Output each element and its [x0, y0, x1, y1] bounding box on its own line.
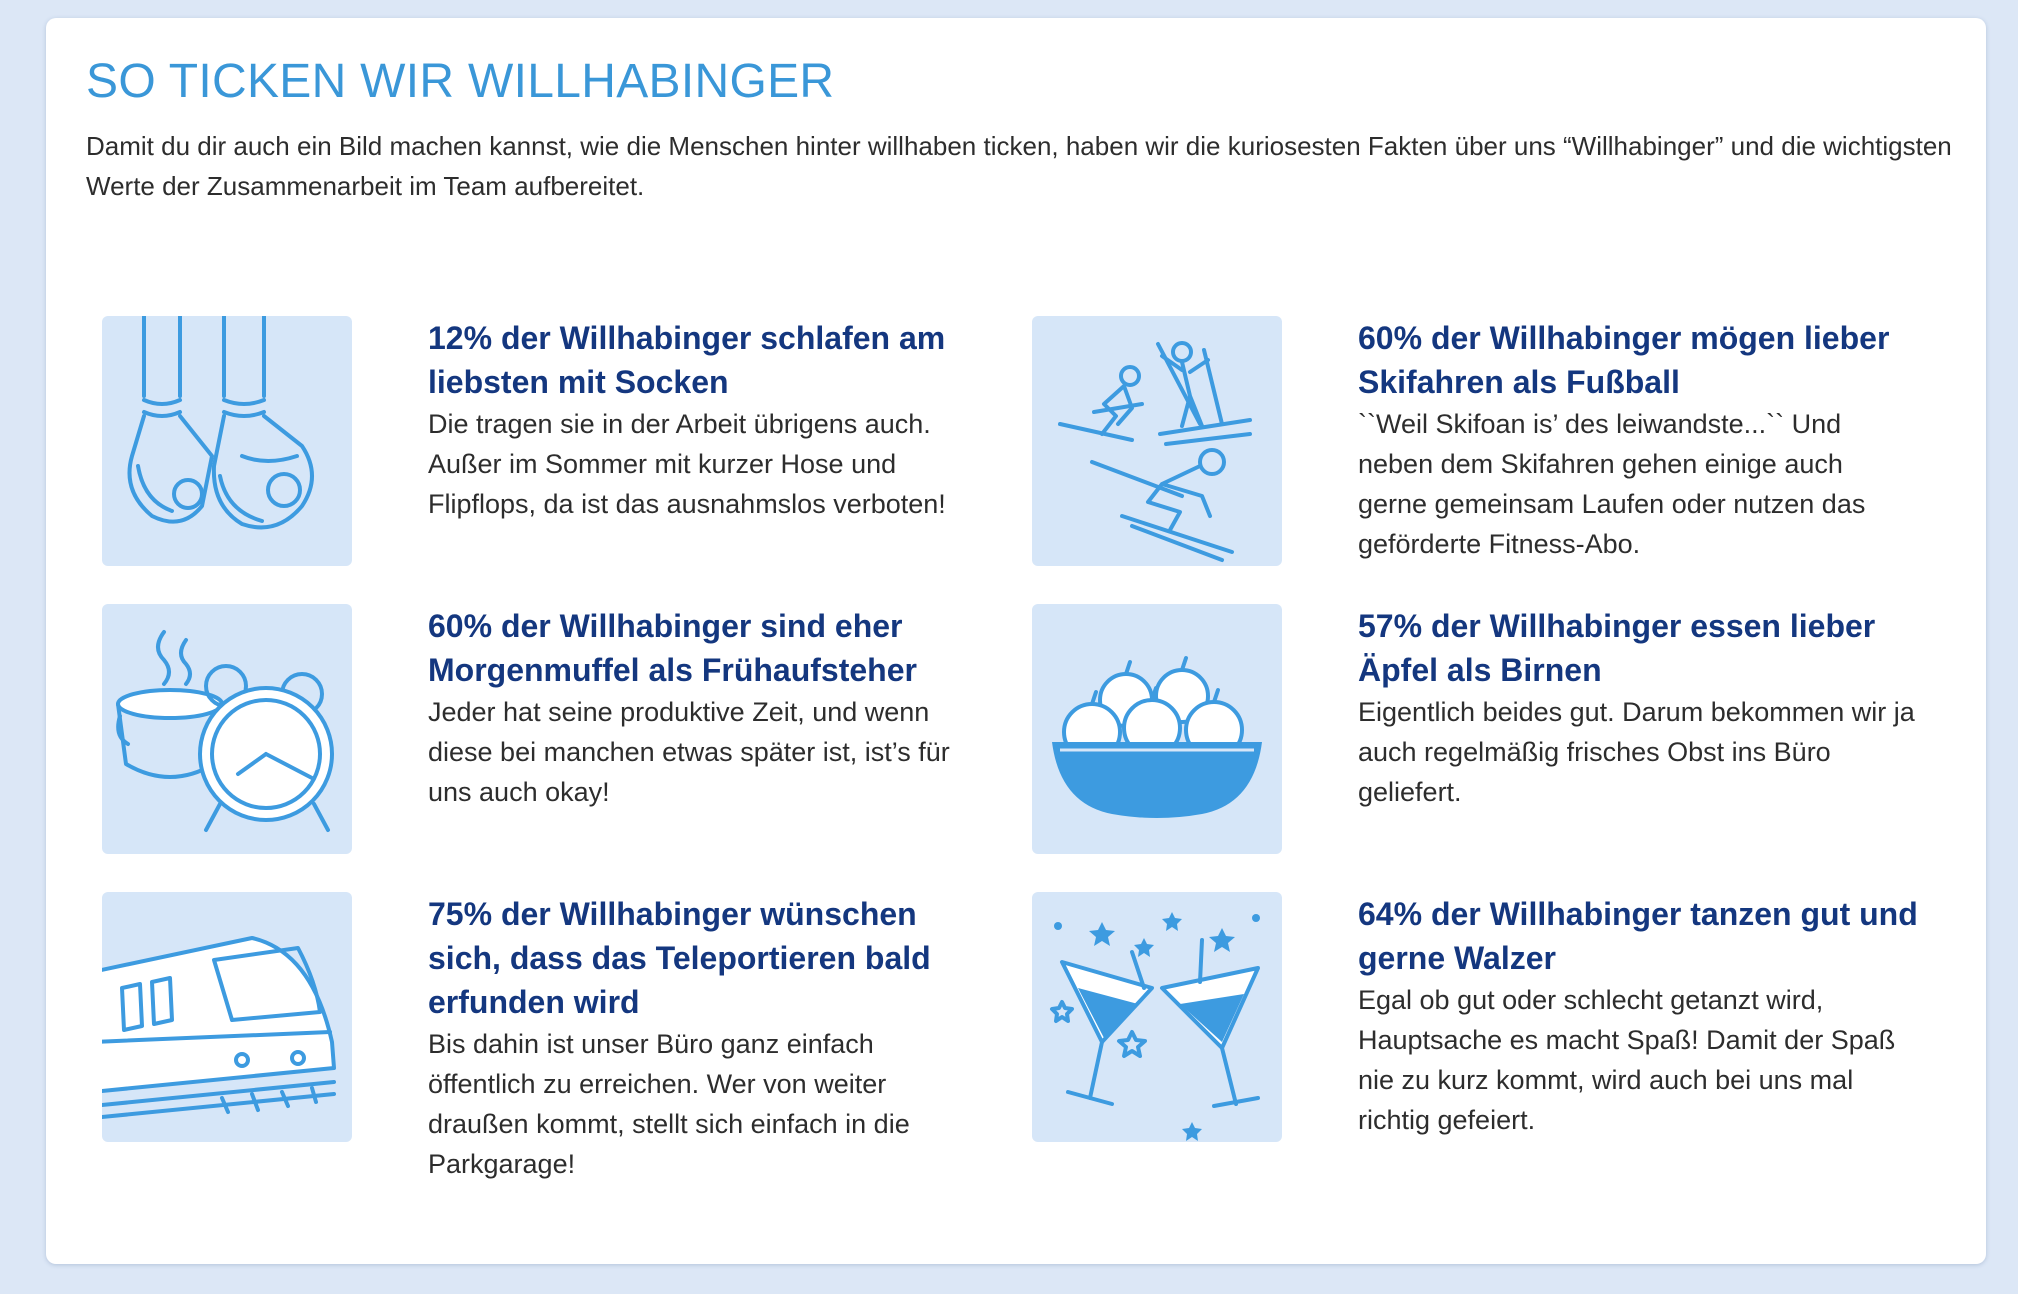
fact-heading: 57% der Willhabinger essen lieber Äpfel …: [1358, 608, 1876, 688]
fact-text: 60% der Willhabinger mögen lieber Skifah…: [1358, 316, 1918, 564]
fact-heading: 75% der Willhabinger wünschen sich, dass…: [428, 896, 931, 1020]
fact-body: Jeder hat seine produktive Zeit, und wen…: [428, 697, 950, 807]
apple-bowl-icon: [1032, 604, 1282, 854]
cocktail-glasses-icon: [1032, 892, 1282, 1142]
fact-body: Die tragen sie in der Arbeit übrigens au…: [428, 409, 946, 519]
socks-icon: [102, 316, 352, 566]
fact-text: 60% der Willhabinger sind eher Morgenmuf…: [428, 604, 988, 812]
skiers-icon: [1032, 316, 1282, 566]
coffee-alarm-clock-icon: [102, 604, 352, 854]
fact-body: ``Weil Skifoan is’ des leiwandste...`` U…: [1358, 409, 1866, 559]
fact-heading: 12% der Willhabinger schlafen am liebste…: [428, 320, 946, 400]
content-card: SO TICKEN WIR WILLHABINGER Damit du dir …: [46, 18, 1986, 1264]
fact-body: Bis dahin ist unser Büro ganz einfach öf…: [428, 1029, 910, 1179]
intro-text: Damit du dir auch ein Bild machen kannst…: [86, 131, 1952, 201]
train-icon: [102, 892, 352, 1142]
fact-text: 57% der Willhabinger essen lieber Äpfel …: [1358, 604, 1918, 812]
fact-body: Eigentlich beides gut. Darum bekommen wi…: [1358, 697, 1915, 807]
fact-text: 75% der Willhabinger wünschen sich, dass…: [428, 892, 988, 1184]
fact-heading: 60% der Willhabinger mögen lieber Skifah…: [1358, 320, 1890, 400]
page-title: SO TICKEN WIR WILLHABINGER: [86, 55, 835, 108]
fact-body: Egal ob gut oder schlecht getanzt wird, …: [1358, 985, 1896, 1135]
fact-text: 12% der Willhabinger schlafen am liebste…: [428, 316, 988, 524]
fact-heading: 64% der Willhabinger tanzen gut und gern…: [1358, 896, 1918, 976]
fact-text: 64% der Willhabinger tanzen gut und gern…: [1358, 892, 1918, 1140]
fact-heading: 60% der Willhabinger sind eher Morgenmuf…: [428, 608, 917, 688]
